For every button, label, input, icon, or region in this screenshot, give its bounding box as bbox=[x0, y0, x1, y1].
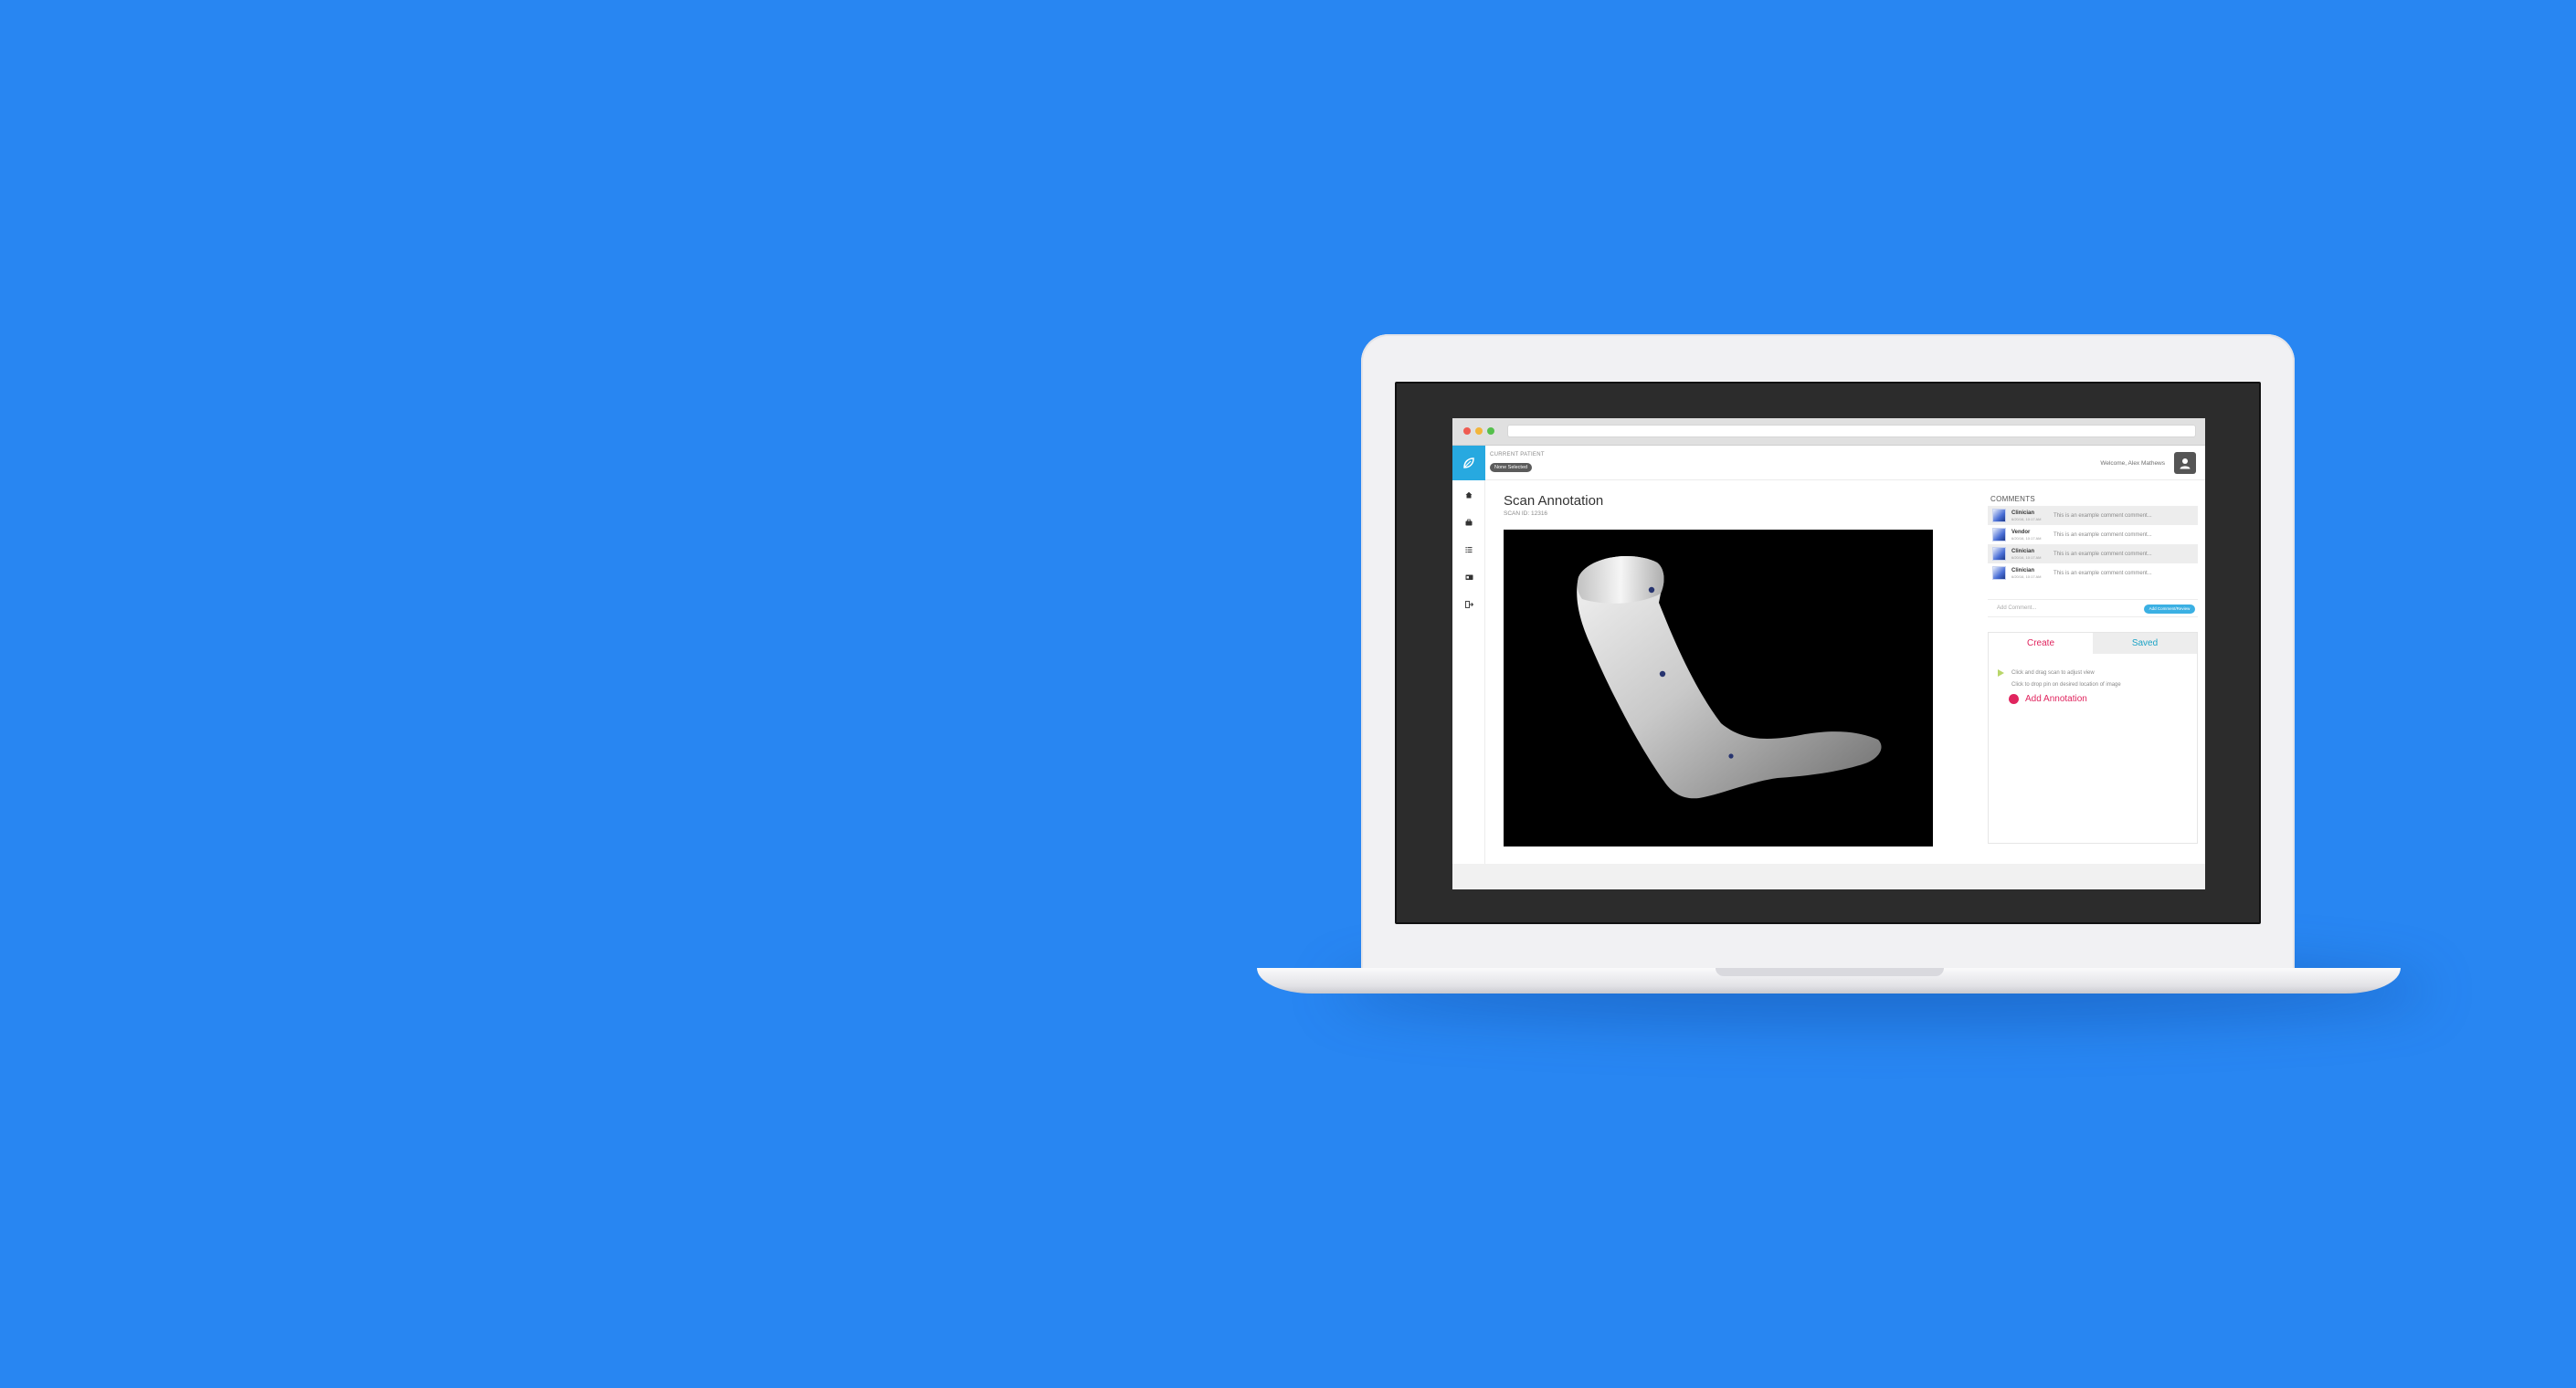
comment-date: 6/20/16, 10:17 AM bbox=[2011, 573, 2042, 579]
instruction-step-2: Click to drop pin on desired location of… bbox=[2011, 682, 2121, 688]
scan-viewer[interactable] bbox=[1504, 530, 1933, 846]
address-bar[interactable] bbox=[1507, 425, 2196, 437]
current-patient-label: CURRENT PATIENT bbox=[1490, 452, 1545, 457]
plus-circle-icon bbox=[2009, 694, 2019, 704]
comment-date: 6/20/16, 10:17 AM bbox=[2011, 554, 2042, 560]
comment-item[interactable]: Clinician 6/20/16, 10:17 AM This is an e… bbox=[1988, 563, 2198, 583]
comment-text: This is an example comment comment... bbox=[2053, 512, 2152, 519]
comments-list: Clinician 6/20/16, 10:17 AM This is an e… bbox=[1988, 506, 2198, 583]
laptop-screen: CURRENT PATIENT None Selected Welcome, A… bbox=[1395, 382, 2261, 924]
briefcase-icon bbox=[1465, 519, 1473, 526]
browser-chrome bbox=[1452, 418, 2205, 446]
comment-text: This is an example comment comment... bbox=[2053, 570, 2152, 576]
home-icon bbox=[1465, 491, 1473, 499]
minimize-window-button[interactable] bbox=[1475, 427, 1483, 435]
comments-heading: COMMENTS bbox=[1990, 495, 2036, 503]
left-nav bbox=[1452, 480, 1485, 864]
leaf-logo-icon bbox=[1463, 457, 1474, 468]
laptop-lid: CURRENT PATIENT None Selected Welcome, A… bbox=[1361, 334, 2295, 981]
app-logo[interactable] bbox=[1452, 446, 1485, 480]
add-annotation-button[interactable]: Add Annotation bbox=[2009, 694, 2087, 704]
comment-date: 6/20/16, 10:17 AM bbox=[2011, 516, 2042, 521]
nav-logout[interactable] bbox=[1452, 594, 1485, 615]
comment-item[interactable]: Clinician 6/20/16, 10:17 AM This is an e… bbox=[1988, 506, 2198, 525]
comment-item[interactable]: Vendor 6/20/16, 10:17 AM This is an exam… bbox=[1988, 525, 2198, 544]
add-annotation-label: Add Annotation bbox=[2025, 694, 2087, 704]
browser-window: CURRENT PATIENT None Selected Welcome, A… bbox=[1452, 418, 2205, 889]
leg-scan-model bbox=[1577, 556, 1882, 799]
comment-text: This is an example comment comment... bbox=[2053, 531, 2152, 538]
add-comment-input[interactable]: Add Comment... bbox=[1997, 605, 2036, 611]
list-icon bbox=[1465, 547, 1473, 553]
tab-create[interactable]: Create bbox=[1989, 633, 2093, 654]
maximize-window-button[interactable] bbox=[1487, 427, 1494, 435]
main-content: Scan Annotation SCAN ID: 12316 COMMENTS … bbox=[1485, 480, 2205, 864]
comment-thumbnail bbox=[1992, 528, 2006, 542]
patient-selector[interactable]: None Selected bbox=[1490, 463, 1533, 472]
comment-thumbnail bbox=[1992, 547, 2006, 561]
welcome-text: Welcome, Alex Mathews bbox=[2100, 460, 2165, 467]
logout-icon bbox=[1464, 601, 1473, 608]
nav-home[interactable] bbox=[1452, 484, 1485, 506]
nav-cases[interactable] bbox=[1452, 511, 1485, 533]
app-header: CURRENT PATIENT None Selected Welcome, A… bbox=[1452, 446, 2205, 480]
comment-item[interactable]: Clinician 6/20/16, 10:17 AM This is an e… bbox=[1988, 544, 2198, 563]
add-comment-bar: Add Comment... Add Comment/Review bbox=[1988, 599, 2198, 617]
comment-author: Vendor bbox=[2011, 529, 2031, 535]
laptop-notch bbox=[1716, 968, 1944, 976]
annotation-panel: Create Saved Click and drag scan to adju… bbox=[1988, 632, 2198, 844]
nav-records[interactable] bbox=[1452, 566, 1485, 588]
instruction-step-1: Click and drag scan to adjust view bbox=[2011, 670, 2095, 676]
user-avatar[interactable] bbox=[2174, 452, 2196, 474]
page-title: Scan Annotation bbox=[1504, 493, 1604, 509]
card-icon bbox=[1465, 574, 1473, 580]
tab-saved[interactable]: Saved bbox=[2093, 633, 2197, 654]
comment-text: This is an example comment comment... bbox=[2053, 551, 2152, 557]
nav-list[interactable] bbox=[1452, 539, 1485, 561]
app-footer bbox=[1452, 864, 2205, 889]
comment-author: Clinician bbox=[2011, 548, 2035, 554]
scan-id: SCAN ID: 12316 bbox=[1504, 510, 1548, 517]
user-icon bbox=[2180, 458, 2191, 469]
comment-thumbnail bbox=[1992, 566, 2006, 580]
comment-author: Clinician bbox=[2011, 510, 2035, 516]
comment-date: 6/20/16, 10:17 AM bbox=[2011, 535, 2042, 541]
comment-author: Clinician bbox=[2011, 567, 2035, 573]
play-icon bbox=[1998, 669, 2004, 677]
close-window-button[interactable] bbox=[1463, 427, 1471, 435]
comment-thumbnail bbox=[1992, 509, 2006, 522]
add-comment-button[interactable]: Add Comment/Review bbox=[2144, 605, 2195, 614]
